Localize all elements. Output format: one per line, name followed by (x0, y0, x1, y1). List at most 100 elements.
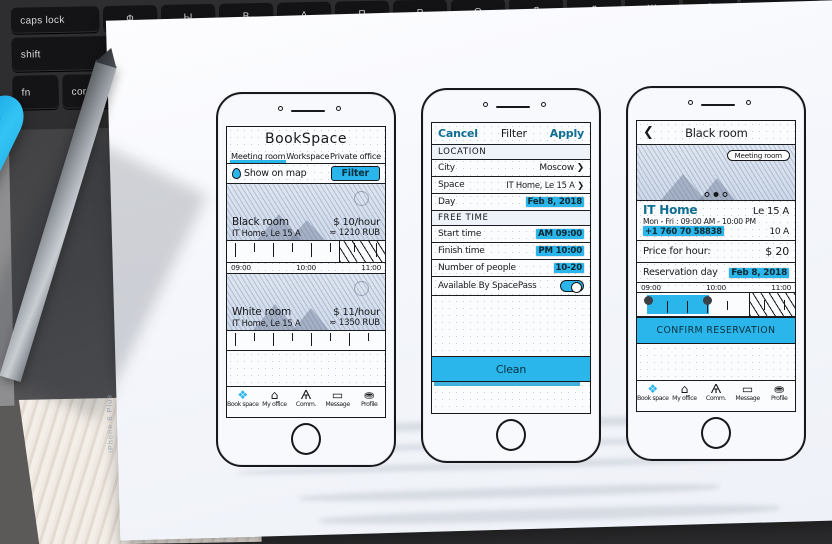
profile-icon: ⛂ (364, 388, 375, 402)
filter-value-day[interactable]: Feb 8, 2018 (525, 197, 584, 207)
listing-photo-1[interactable]: Black room IT Home, Le 15 A 10 A $ 10/ho… (227, 184, 385, 241)
detail-header: ❮ Black room (637, 121, 795, 145)
filter-label-number-of-people: Number of people (438, 263, 516, 273)
time-axis-1: 09:00 10:00 11:00 (227, 263, 385, 274)
reservation-day-label: Reservation day (643, 267, 718, 278)
filter-title: Filter (500, 127, 527, 140)
filter-row-spacepass[interactable]: Available By SpacePass (432, 277, 590, 296)
community-icon: Ѧ (300, 388, 312, 402)
detail-photo[interactable]: Meeting room (637, 145, 795, 201)
reservation-day-value[interactable]: Feb 8, 2018 (729, 267, 789, 278)
map-pin-icon (232, 168, 241, 179)
home-button-2[interactable] (496, 419, 526, 451)
nav-label-profile-3: Profile (770, 395, 788, 402)
home-button[interactable] (291, 423, 321, 455)
slider-handle-start[interactable] (644, 296, 653, 305)
tab-meeting-room[interactable]: Meeting room (229, 151, 287, 163)
nav-book-space-3[interactable]: ❖ Book space (637, 381, 669, 411)
community-icon-3: Ѧ (710, 382, 722, 396)
nav-profile[interactable]: ⛂ Profile (353, 387, 385, 417)
listing-price: $ 10/hour (333, 217, 380, 228)
room-type-badge: Meeting room (726, 150, 790, 161)
camera-dot (278, 106, 283, 111)
time-range-slider[interactable] (637, 293, 795, 317)
nav-message[interactable]: ▭ Message (322, 387, 354, 417)
book-space-icon-3: ❖ (647, 382, 659, 396)
spacepass-toggle[interactable] (560, 280, 584, 293)
reservation-day-row[interactable]: Reservation day Feb 8, 2018 (637, 263, 795, 283)
apply-button[interactable]: Apply (550, 127, 584, 140)
bottom-nav-1[interactable]: ❖ Book space ⌂ My office Ѧ Comm. ▭ Messa… (227, 386, 385, 417)
listing-price-alt: ≈ 1210 RUB (329, 228, 380, 238)
phone-mockup-listing: BookSpace Meeting room Workspace Private… (216, 92, 396, 467)
slider-handle-end[interactable] (703, 296, 712, 305)
screen-filter: Cancel Filter Apply LOCATION City Moscow… (431, 122, 591, 414)
tab-private-office[interactable]: Private office (330, 151, 381, 161)
speaker-slot-3 (701, 104, 735, 107)
venue-room: Le 15 A (752, 206, 789, 217)
phone-mockup-detail: ❮ Black room Meeting room IT Home Le 15 … (626, 86, 806, 461)
nav-label-community-3: Comm. (705, 395, 727, 402)
filter-value-number-of-people[interactable]: 10-20 (553, 263, 584, 273)
carousel-dot-1[interactable] (704, 192, 710, 197)
nav-my-office-3[interactable]: ⌂ My office (669, 381, 701, 411)
availability-ruler-1[interactable] (227, 241, 385, 263)
filter-label-finish-time: Finish time (438, 246, 485, 256)
key-caps-lock[interactable]: caps lock (10, 6, 100, 34)
sensor-dot-3 (746, 100, 751, 105)
my-office-icon: ⌂ (270, 388, 279, 402)
venue-phone[interactable]: +1 760 70 58838 (643, 226, 724, 236)
page-title: BookSpace (264, 131, 347, 147)
clean-button[interactable]: Clean (432, 356, 590, 382)
filter-row-number-of-people[interactable]: Number of people 10-20 (432, 260, 590, 277)
nav-community[interactable]: Ѧ Comm. (290, 387, 322, 417)
filter-row-day[interactable]: Day Feb 8, 2018 (432, 194, 590, 211)
nav-community-3[interactable]: Ѧ Comm. (700, 381, 732, 411)
home-button-3[interactable] (701, 417, 731, 449)
tab-workspace[interactable]: Workspace (286, 151, 329, 161)
filter-value-start-time[interactable]: AM 09:00 (536, 229, 584, 239)
venue-name: IT Home (643, 203, 698, 217)
listing-photo-2[interactable]: White room IT Home, Le 15 A 8 A $ 11/hou… (227, 274, 385, 331)
filter-row-space[interactable]: Space IT Home, Le 15 A ❯ (432, 177, 590, 194)
filter-value-finish-time[interactable]: PM 10:00 (536, 246, 584, 256)
availability-ruler-2[interactable] (227, 331, 385, 351)
filter-label-start-time: Start time (438, 229, 482, 239)
time-tick-1100-3: 11:00 (771, 283, 791, 292)
nav-message-3[interactable]: ▭ Message (732, 381, 764, 411)
filter-row-finish-time[interactable]: Finish time PM 10:00 (432, 243, 590, 260)
cancel-button[interactable]: Cancel (438, 127, 478, 140)
book-space-icon: ❖ (237, 388, 249, 402)
category-tabs[interactable]: Meeting room Workspace Private office (227, 150, 385, 164)
carousel-dot-2[interactable] (713, 192, 719, 197)
carousel-dot-3[interactable] (722, 192, 728, 197)
time-tick-1100: 11:00 (361, 263, 381, 272)
filter-label-day: Day (438, 197, 456, 207)
chevron-left-icon[interactable]: ❮ (643, 125, 654, 140)
bottom-nav-3[interactable]: ❖ Book space ⌂ My office Ѧ Comm. ▭ Messa… (637, 380, 795, 411)
nav-label-book-space: Book space (227, 401, 259, 408)
time-axis-3: 09:00 10:00 11:00 (637, 283, 795, 293)
nav-book-space[interactable]: ❖ Book space (227, 387, 259, 417)
price-value: $ 20 (765, 245, 789, 258)
nav-label-community: Comm. (295, 401, 317, 408)
nav-my-office[interactable]: ⌂ My office (259, 387, 291, 417)
filter-value-city[interactable]: Moscow ❯ (539, 163, 584, 173)
desk-scene: caps lockФЫВАПРОЛДЖЭreturnshiftfncor iPh… (0, 0, 832, 544)
filter-value-space[interactable]: IT Home, Le 15 A ❯ (506, 180, 584, 190)
nav-label-my-office: My office (262, 401, 287, 408)
listing-price-alt-2: ≈ 1350 RUB (329, 318, 380, 328)
filter-row-city[interactable]: City Moscow ❯ (432, 160, 590, 177)
confirm-reservation-button[interactable]: CONFIRM RESERVATION (637, 317, 795, 344)
filter-button[interactable]: Filter (330, 166, 380, 181)
nav-label-book-space-3: Book space (637, 395, 669, 402)
filter-row-start-time[interactable]: Start time AM 09:00 (432, 226, 590, 243)
filter-label-space: Space (438, 180, 465, 190)
map-filter-bar: Show on map Filter (227, 164, 385, 184)
my-office-icon-3: ⌂ (680, 382, 689, 396)
nav-profile-3[interactable]: ⛂ Profile (763, 381, 795, 411)
carousel-dots[interactable] (704, 192, 728, 197)
filter-header: Cancel Filter Apply (432, 123, 590, 145)
show-on-map-link[interactable]: Show on map (244, 168, 307, 179)
speaker-slot-2 (496, 106, 530, 109)
